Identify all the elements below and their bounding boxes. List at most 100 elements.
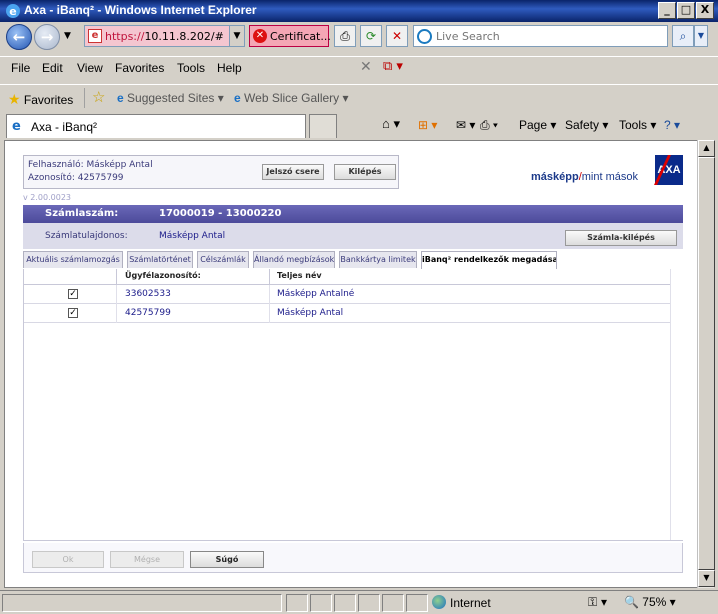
menu-view[interactable]: View bbox=[77, 61, 103, 75]
page-menu[interactable]: Page ▾ bbox=[519, 118, 556, 132]
forward-button[interactable]: → bbox=[34, 24, 60, 50]
minimize-button[interactable]: _ bbox=[658, 2, 676, 19]
menu-favorites[interactable]: Favorites bbox=[115, 61, 164, 75]
certificate-error-button[interactable]: ✕ Certificat... bbox=[249, 25, 331, 47]
address-dropdown-button[interactable]: ▼ bbox=[229, 25, 245, 47]
live-search-icon bbox=[417, 29, 432, 44]
tab-ibanq-authorizers[interactable]: iBanq² rendelkezők megadása bbox=[421, 251, 557, 269]
menu-tools[interactable]: Tools bbox=[177, 61, 205, 75]
window-title: Axa - iBanq² - Windows Internet Explorer bbox=[24, 3, 257, 17]
authorizers-table: Ügyfélazonosító: Teljes név ✓ 33602533 M… bbox=[23, 269, 683, 541]
column-client-id[interactable]: Ügyfélazonosító: bbox=[125, 271, 201, 280]
status-panel bbox=[382, 594, 404, 612]
back-arrow-icon: ← bbox=[12, 28, 26, 46]
star-icon: ★ bbox=[8, 91, 21, 107]
account-bar: Számlaszám: 17000019 - 13000220 bbox=[23, 205, 683, 223]
menu-edit[interactable]: Edit bbox=[42, 61, 63, 75]
ie-page-icon: e bbox=[234, 91, 241, 105]
status-panel bbox=[310, 594, 332, 612]
favorites-button[interactable]: ★ Favorites bbox=[8, 91, 73, 108]
favorites-bar: ★ Favorites ☆ e Suggested Sites ▾ e Web … bbox=[0, 84, 718, 110]
close-button[interactable]: X bbox=[696, 2, 714, 19]
table-row[interactable]: ✓ 42575799 Másképp Antal bbox=[24, 304, 670, 323]
row-full-name: Másképp Antalné bbox=[277, 289, 355, 299]
forward-arrow-icon: → bbox=[40, 28, 54, 46]
row-checkbox[interactable]: ✓ bbox=[68, 289, 78, 299]
menu-file[interactable]: File bbox=[11, 61, 30, 75]
add-favorites-icon[interactable]: ☆ bbox=[92, 88, 105, 106]
address-bar[interactable]: e https://10.11.8.202/# bbox=[84, 25, 244, 47]
compatibility-view-button[interactable]: ⎙ bbox=[334, 25, 356, 47]
user-info-box: Felhasználó: Másképp Antal Azonosító: 42… bbox=[23, 155, 399, 189]
zoom-level[interactable]: 🔍 75% ▾ bbox=[624, 595, 676, 609]
logo-slogan: másképp/mint mások bbox=[531, 171, 639, 183]
protected-mode-icon[interactable]: ⚿ ▾ bbox=[588, 595, 607, 610]
print-icon[interactable]: ⎙ ▾ bbox=[480, 118, 498, 133]
address-toolbar: ← → ▼ e https://10.11.8.202/# ▼ ✕ Certif… bbox=[0, 22, 718, 52]
menu-help[interactable]: Help bbox=[217, 61, 242, 75]
browser-tab[interactable]: e Axa - iBanq² bbox=[6, 114, 306, 138]
account-logout-button[interactable]: Számla-kilépés bbox=[565, 230, 677, 246]
stop-button[interactable]: ✕ bbox=[386, 25, 408, 47]
search-box[interactable] bbox=[413, 25, 668, 47]
user-label: Felhasználó: Másképp Antal bbox=[28, 160, 153, 170]
table-scrollbar[interactable] bbox=[670, 269, 683, 540]
column-separator bbox=[269, 304, 270, 323]
tab-current-transactions[interactable]: Aktuális számlamozgás bbox=[23, 251, 123, 268]
row-client-id: 33602533 bbox=[125, 289, 171, 299]
tab-target-accounts[interactable]: Célszámlák bbox=[197, 251, 249, 268]
status-text-panel bbox=[2, 594, 282, 612]
suggested-sites-link[interactable]: e Suggested Sites ▾ bbox=[117, 91, 224, 105]
translate-icon[interactable]: ⧉ ▾ bbox=[383, 59, 403, 74]
user-id-label: Azonosító: 42575799 bbox=[28, 173, 124, 183]
ok-button[interactable]: Ok bbox=[32, 551, 104, 568]
status-panel bbox=[406, 594, 428, 612]
help-icon[interactable]: ? ▾ bbox=[664, 118, 680, 132]
page-content: Felhasználó: Másképp Antal Azonosító: 42… bbox=[4, 140, 698, 588]
search-options-button[interactable]: ▼ bbox=[694, 25, 708, 47]
close-menu-icon[interactable]: ✕ bbox=[360, 59, 372, 75]
safety-menu[interactable]: Safety ▾ bbox=[565, 118, 608, 132]
column-full-name[interactable]: Teljes név bbox=[277, 271, 322, 280]
web-slice-gallery-link[interactable]: e Web Slice Gallery ▾ bbox=[234, 91, 349, 105]
maximize-button[interactable]: □ bbox=[677, 2, 695, 19]
app-tabs: Aktuális számlamozgás Számlatörténet Cél… bbox=[23, 251, 683, 269]
help-button[interactable]: Súgó bbox=[190, 551, 264, 568]
new-tab-button[interactable] bbox=[309, 114, 337, 138]
back-button[interactable]: ← bbox=[6, 24, 32, 50]
scroll-up-button[interactable]: ▲ bbox=[698, 140, 715, 157]
home-icon[interactable]: ⌂ ▾ bbox=[382, 116, 400, 132]
status-panel bbox=[358, 594, 380, 612]
logout-button[interactable]: Kilépés bbox=[334, 164, 396, 180]
table-row[interactable]: ✓ 33602533 Másképp Antalné bbox=[24, 285, 670, 304]
page-scrollbar[interactable]: ▲ ▼ bbox=[697, 140, 715, 588]
tab-ie-icon: e bbox=[12, 119, 21, 134]
feeds-icon[interactable]: ⊞ ▾ bbox=[418, 118, 437, 132]
password-change-button[interactable]: Jelszó csere bbox=[262, 164, 324, 180]
ie-logo-icon: e bbox=[6, 4, 20, 18]
refresh-button[interactable]: ⟳ bbox=[360, 25, 382, 47]
menu-bar: File Edit View Favorites Tools Help ✕ ⧉ … bbox=[0, 56, 718, 78]
separator bbox=[84, 88, 85, 108]
security-zone[interactable]: Internet bbox=[432, 595, 491, 610]
column-separator bbox=[269, 269, 270, 285]
tab-account-history[interactable]: Számlatörténet bbox=[127, 251, 193, 268]
mail-icon[interactable]: ✉ ▾ bbox=[456, 118, 475, 132]
cancel-button[interactable]: Mégse bbox=[110, 551, 184, 568]
tab-title: Axa - iBanq² bbox=[31, 120, 98, 134]
row-checkbox[interactable]: ✓ bbox=[68, 308, 78, 318]
certificate-error-icon: ✕ bbox=[253, 29, 267, 43]
scroll-down-button[interactable]: ▼ bbox=[698, 570, 715, 587]
axa-brand-icon: AXA bbox=[654, 155, 683, 185]
tab-card-limits[interactable]: Bankkártya limitek bbox=[339, 251, 417, 268]
history-dropdown-icon[interactable]: ▼ bbox=[64, 31, 71, 41]
scroll-thumb[interactable] bbox=[698, 157, 715, 570]
address-url[interactable]: https://10.11.8.202/# bbox=[105, 30, 224, 43]
search-input[interactable] bbox=[436, 28, 664, 44]
search-button[interactable]: ⌕ bbox=[672, 25, 694, 47]
account-number: 17000019 - 13000220 bbox=[159, 208, 282, 219]
tools-menu[interactable]: Tools ▾ bbox=[619, 118, 656, 132]
owner-bar: Számlatulajdonos: Másképp Antal Számla-k… bbox=[23, 223, 683, 249]
tab-standing-orders[interactable]: Állandó megbízások bbox=[253, 251, 335, 268]
status-panel bbox=[334, 594, 356, 612]
